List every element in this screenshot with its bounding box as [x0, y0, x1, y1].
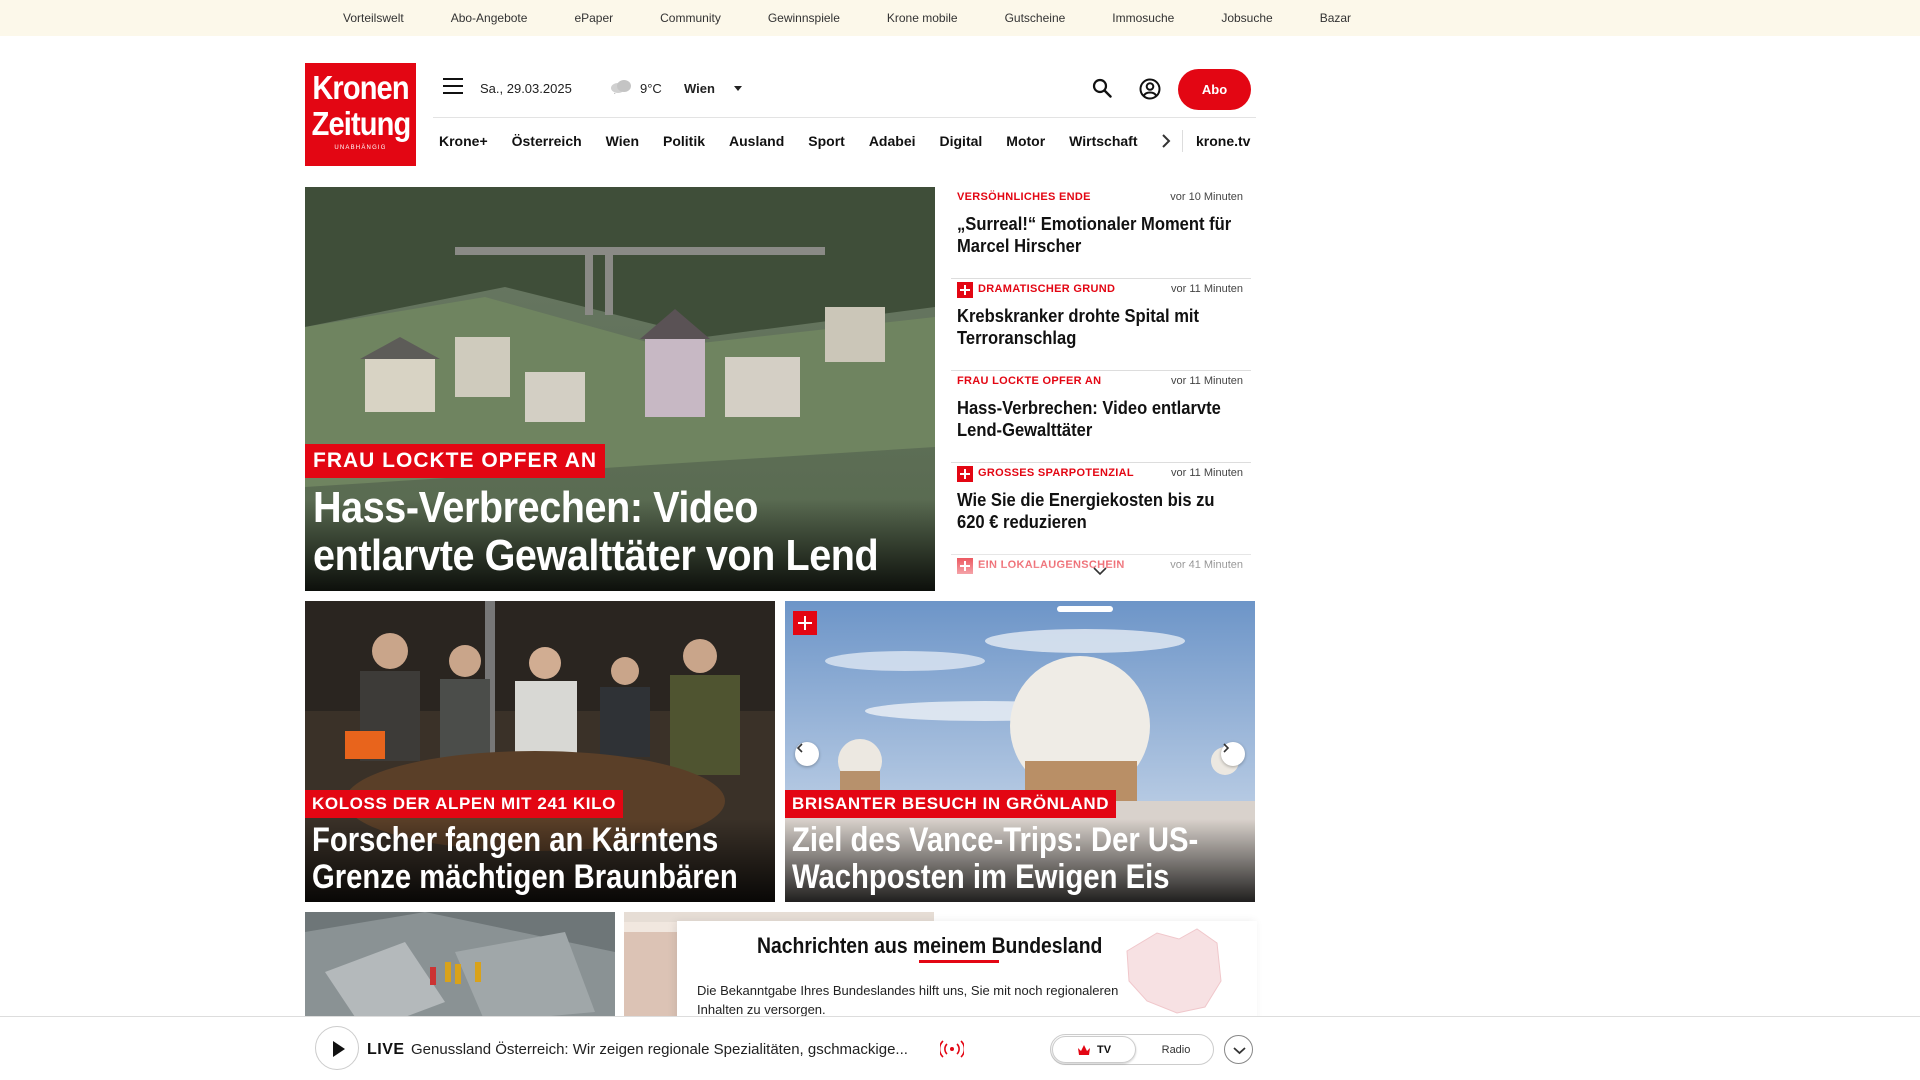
- header-temperature: 9°C: [640, 81, 662, 96]
- crown-icon: [1077, 1044, 1090, 1055]
- nav-divider: [1182, 130, 1183, 152]
- account-icon[interactable]: [1139, 78, 1161, 100]
- utility-nav-item[interactable]: Vorteilswelt: [343, 11, 404, 25]
- teaser-headline[interactable]: Ziel des Vance-Trips: Der US-Wachposten …: [792, 822, 1255, 896]
- nav-item[interactable]: Wirtschaft: [1069, 133, 1137, 149]
- play-button[interactable]: [315, 1026, 359, 1070]
- radio-toggle-option[interactable]: Radio: [1141, 1036, 1211, 1063]
- nav-item[interactable]: Wien: [606, 133, 639, 149]
- ticker-kicker: GROSSES SPARPOTENZIAL: [978, 467, 1134, 479]
- plus-badge-icon: [793, 611, 817, 635]
- title-underline: [919, 960, 999, 963]
- ticker-time: vor 11 Minuten: [1171, 283, 1243, 295]
- nav-item[interactable]: Digital: [940, 133, 983, 149]
- logo-line-1: Kronen: [312, 69, 409, 106]
- main-nav: Krone+ Österreich Wien Politik Ausland Sport A…: [433, 117, 1256, 164]
- slider-indicator[interactable]: [1057, 606, 1113, 612]
- hero-kicker: FRAU LOCKTE OPFER AN: [305, 444, 606, 478]
- news-ticker: VERSÖHNLICHES ENDE vor 10 Minuten „Surreal…: [951, 187, 1251, 591]
- expand-player-button[interactable]: [1224, 1035, 1253, 1064]
- broadcast-icon: [940, 1040, 964, 1058]
- site-logo[interactable]: Kronen Zeitung UNABHÄNGIG: [305, 63, 416, 166]
- main-nav-items: Krone+ Österreich Wien Politik Ausland Sport A…: [433, 118, 1149, 164]
- nav-item[interactable]: Motor: [1006, 133, 1045, 149]
- teaser-card[interactable]: KOLOSS DER ALPEN MIT 241 KILO Forscher f…: [305, 601, 775, 902]
- ticker-title[interactable]: Krebskranker drohte Spital mit Terrorans…: [957, 305, 1233, 349]
- ticker-kicker: DRAMATISCHER GRUND: [978, 283, 1116, 295]
- nav-item[interactable]: Politik: [663, 133, 705, 149]
- ticker-time: vor 11 Minuten: [1171, 467, 1243, 479]
- logo-line-2: Zeitung: [311, 105, 412, 142]
- live-label: LIVE: [367, 1041, 405, 1058]
- cloud-icon: [611, 80, 631, 94]
- hamburger-menu-icon[interactable]: [443, 78, 463, 94]
- ticker-time: vor 11 Minuten: [1171, 375, 1243, 387]
- ticker-item[interactable]: DRAMATISCHER GRUND vor 11 Minuten Krebskra…: [951, 279, 1251, 371]
- logo-tagline: UNABHÄNGIG: [334, 145, 387, 151]
- ticker-title[interactable]: Hass-Verbrechen: Video entlarvte Lend-Ge…: [957, 397, 1233, 441]
- region-text: Die Bekanntgabe Ihres Bundeslandes hilft…: [697, 983, 1119, 1017]
- ticker-time: vor 10 Minuten: [1170, 191, 1243, 203]
- chevron-down-icon[interactable]: [734, 86, 742, 91]
- utility-nav-item[interactable]: Immosuche: [1112, 11, 1174, 25]
- ticker-title[interactable]: Wie Sie die Energiekosten bis zu 620 € r…: [957, 489, 1233, 533]
- nav-item[interactable]: Ausland: [729, 133, 784, 149]
- nav-item[interactable]: Adabei: [869, 133, 916, 149]
- abo-button[interactable]: Abo: [1178, 69, 1251, 110]
- chevron-right-icon: [1223, 743, 1230, 753]
- slider-prev-button[interactable]: [795, 742, 819, 766]
- ticker-title[interactable]: „Surreal!“ Emotionaler Moment für Marcel…: [957, 213, 1233, 257]
- utility-nav-item[interactable]: Jobsuche: [1221, 11, 1272, 25]
- utility-nav: Vorteilswelt Abo-Angebote ePaper Community G…: [343, 0, 1398, 36]
- teaser-headline[interactable]: Forscher fangen an Kärntens Grenze mächt…: [312, 822, 775, 896]
- ticker-item[interactable]: FRAU LOCKTE OPFER AN vor 11 Minuten Hass-V…: [951, 371, 1251, 463]
- utility-nav-item[interactable]: Community: [660, 11, 721, 25]
- plus-badge-icon: [957, 466, 973, 482]
- header-bar: Sa., 29.03.2025 9°C Wien Abo: [433, 66, 1256, 110]
- header-date: Sa., 29.03.2025: [480, 81, 572, 96]
- chevron-down-icon: [1233, 1047, 1246, 1055]
- nav-item[interactable]: Sport: [808, 133, 845, 149]
- city-selector[interactable]: Wien: [684, 81, 715, 96]
- ticker-item[interactable]: GROSSES SPARPOTENZIAL vor 11 Minuten Wie S…: [951, 463, 1251, 555]
- hero-headline[interactable]: Hass-Verbrechen: Video entlarvte Gewaltt…: [313, 484, 925, 580]
- chevron-left-icon: [796, 743, 803, 753]
- teaser-kicker: BRISANTER BESUCH IN GRÖNLAND: [785, 790, 1117, 818]
- plus-badge-icon: [957, 282, 973, 298]
- tv-toggle-option[interactable]: TV: [1052, 1036, 1136, 1063]
- live-program-title[interactable]: Genussland Österreich: Wir zeigen region…: [411, 1041, 908, 1058]
- ticker-kicker: FRAU LOCKTE OPFER AN: [957, 375, 1102, 387]
- region-title: Nachrichten aus meinem Bundesland: [757, 933, 1103, 958]
- ticker-kicker: VERSÖHNLICHES ENDE: [957, 191, 1091, 203]
- play-icon: [333, 1041, 345, 1057]
- hero-article[interactable]: FRAU LOCKTE OPFER AN Hass-Verbrechen: Vi…: [305, 187, 935, 591]
- utility-nav-item[interactable]: ePaper: [574, 11, 613, 25]
- utility-nav-item[interactable]: Gutscheine: [1005, 11, 1066, 25]
- chevron-down-icon[interactable]: [1092, 566, 1108, 576]
- utility-nav-item[interactable]: Gewinnspiele: [768, 11, 840, 25]
- ticker-item[interactable]: VERSÖHNLICHES ENDE vor 10 Minuten „Surreal…: [951, 187, 1251, 279]
- chevron-right-icon[interactable]: [1160, 133, 1172, 149]
- teaser-kicker: KOLOSS DER ALPEN MIT 241 KILO: [305, 790, 623, 818]
- media-toggle: TV Radio: [1050, 1034, 1214, 1065]
- search-icon[interactable]: [1092, 78, 1112, 98]
- nav-item[interactable]: Krone+: [439, 133, 488, 149]
- utility-bar: Vorteilswelt Abo-Angebote ePaper Community G…: [0, 0, 1920, 36]
- tv-label: TV: [1096, 1043, 1112, 1056]
- teaser-card-slider[interactable]: BRISANTER BESUCH IN GRÖNLAND Ziel des Va…: [785, 601, 1255, 902]
- utility-nav-item[interactable]: Bazar: [1320, 11, 1351, 25]
- slider-next-button[interactable]: [1221, 742, 1245, 766]
- utility-nav-item[interactable]: Krone mobile: [887, 11, 958, 25]
- nav-kronetv-link[interactable]: krone.tv: [1196, 133, 1250, 149]
- live-player-bar: LIVE Genussland Österreich: Wir zeigen r…: [0, 1016, 1920, 1080]
- nav-item[interactable]: Österreich: [512, 133, 582, 149]
- utility-nav-item[interactable]: Abo-Angebote: [451, 11, 528, 25]
